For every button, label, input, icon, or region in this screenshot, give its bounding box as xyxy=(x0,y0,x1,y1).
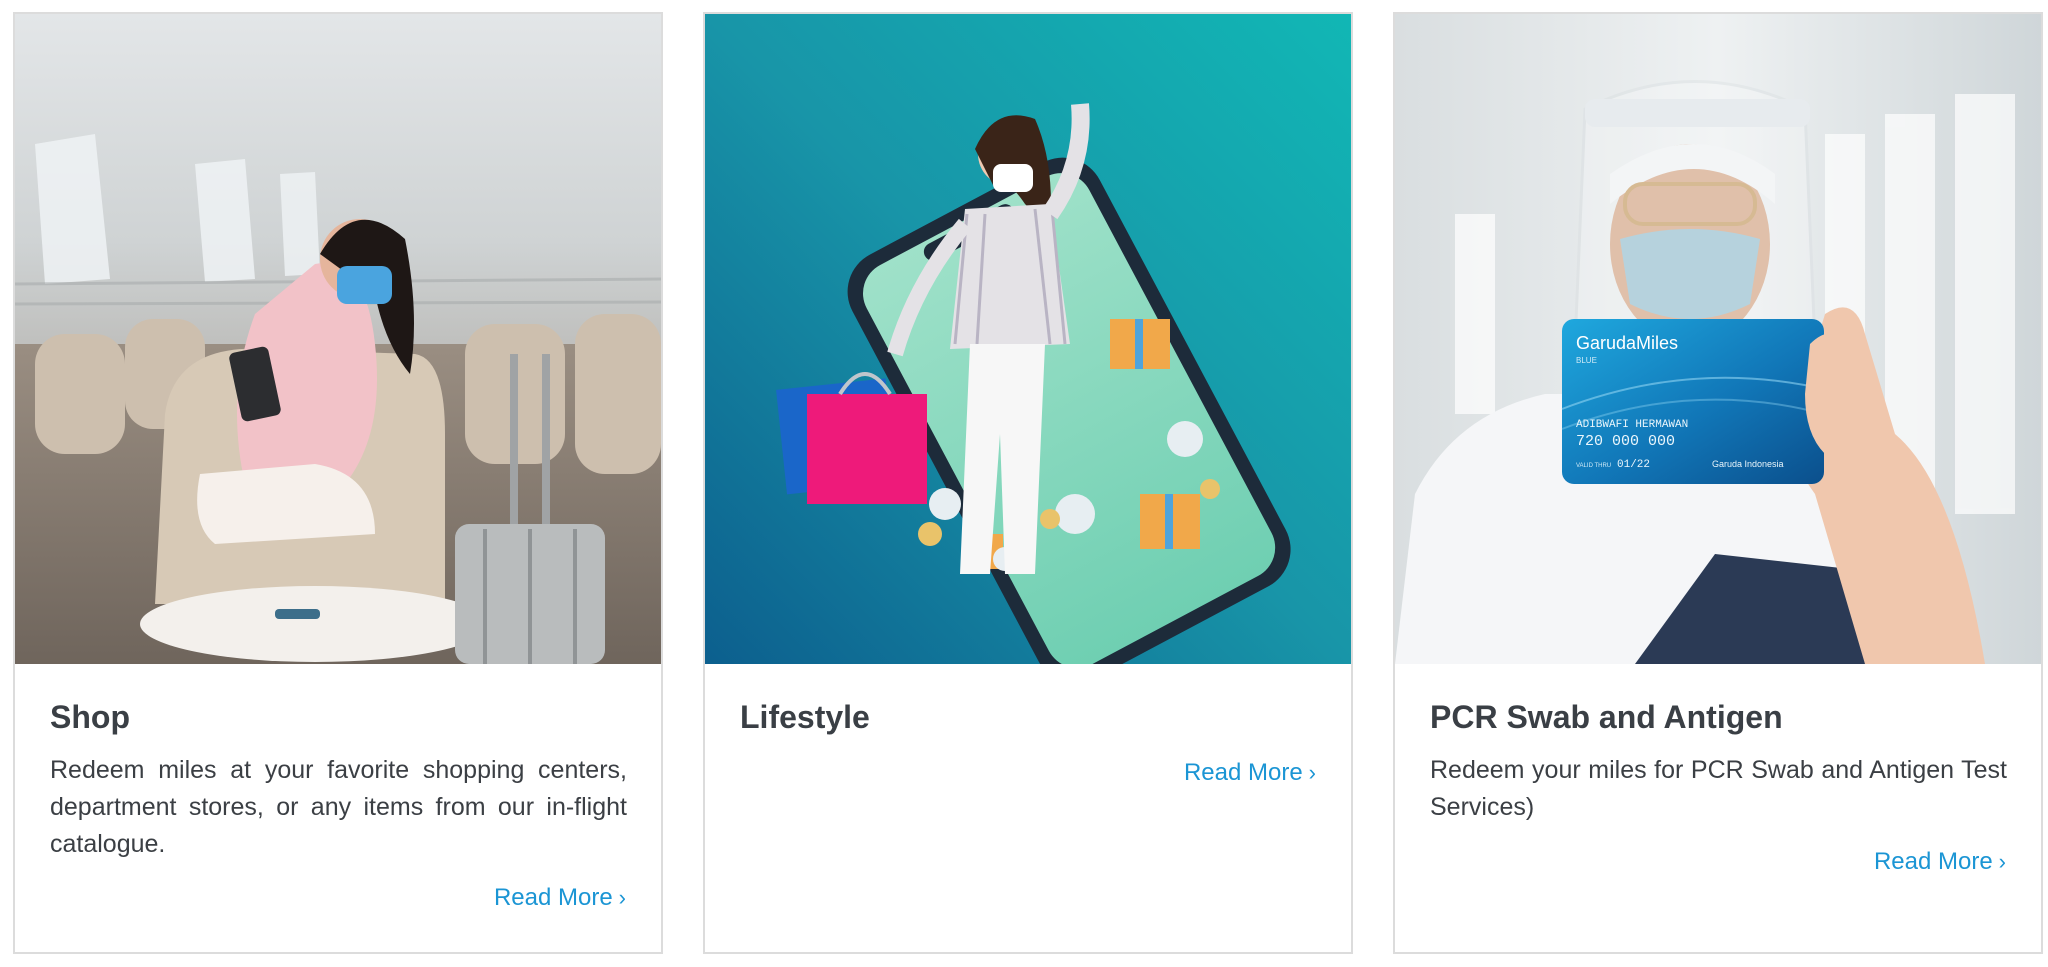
card-grid: Shop Redeem miles at your favorite shopp… xyxy=(13,12,2045,956)
card-title: Lifestyle xyxy=(740,699,870,735)
card-image-lifestyle[interactable] xyxy=(705,14,1351,664)
card-valid-date: 01/22 xyxy=(1617,459,1650,471)
card-pcr-swab[interactable]: GarudaMiles BLUE ADIBWAFI HERMAWAN 720 0… xyxy=(1393,12,2043,954)
read-more-link[interactable]: Read More › xyxy=(1184,759,1316,787)
read-more-link[interactable]: Read More › xyxy=(494,884,626,912)
chevron-right-icon: › xyxy=(1308,760,1316,785)
read-more-label: Read More xyxy=(493,884,613,911)
read-more-link[interactable]: Read More › xyxy=(1874,848,2006,876)
card-number: 720 000 000 xyxy=(1576,433,1675,450)
read-more-label: Read More xyxy=(1873,848,1993,875)
card-description: Redeem your miles for PCR Swab and Antig… xyxy=(1430,756,2007,821)
read-more-label: Read More xyxy=(1183,759,1303,786)
card-image-pcr[interactable]: GarudaMiles BLUE ADIBWAFI HERMAWAN 720 0… xyxy=(1395,14,2041,664)
card-tier: BLUE xyxy=(1576,356,1597,365)
card-title: PCR Swab and Antigen xyxy=(1430,699,1783,735)
card-title: Shop xyxy=(50,699,130,735)
card-description: Redeem miles at your favorite shopping c… xyxy=(50,756,627,858)
chevron-right-icon: › xyxy=(1998,849,2006,874)
card-holder: ADIBWAFI HERMAWAN xyxy=(1576,419,1688,431)
chevron-right-icon: › xyxy=(618,885,626,910)
card-brand: GarudaMiles xyxy=(1576,333,1678,353)
card-shop[interactable]: Shop Redeem miles at your favorite shopp… xyxy=(13,12,663,954)
card-image-shop[interactable] xyxy=(15,14,661,664)
card-valid-label: VALID THRU xyxy=(1576,463,1611,469)
card-lifestyle[interactable]: Lifestyle Read More › xyxy=(703,12,1353,954)
card-issuer: Garuda Indonesia xyxy=(1712,459,1784,469)
